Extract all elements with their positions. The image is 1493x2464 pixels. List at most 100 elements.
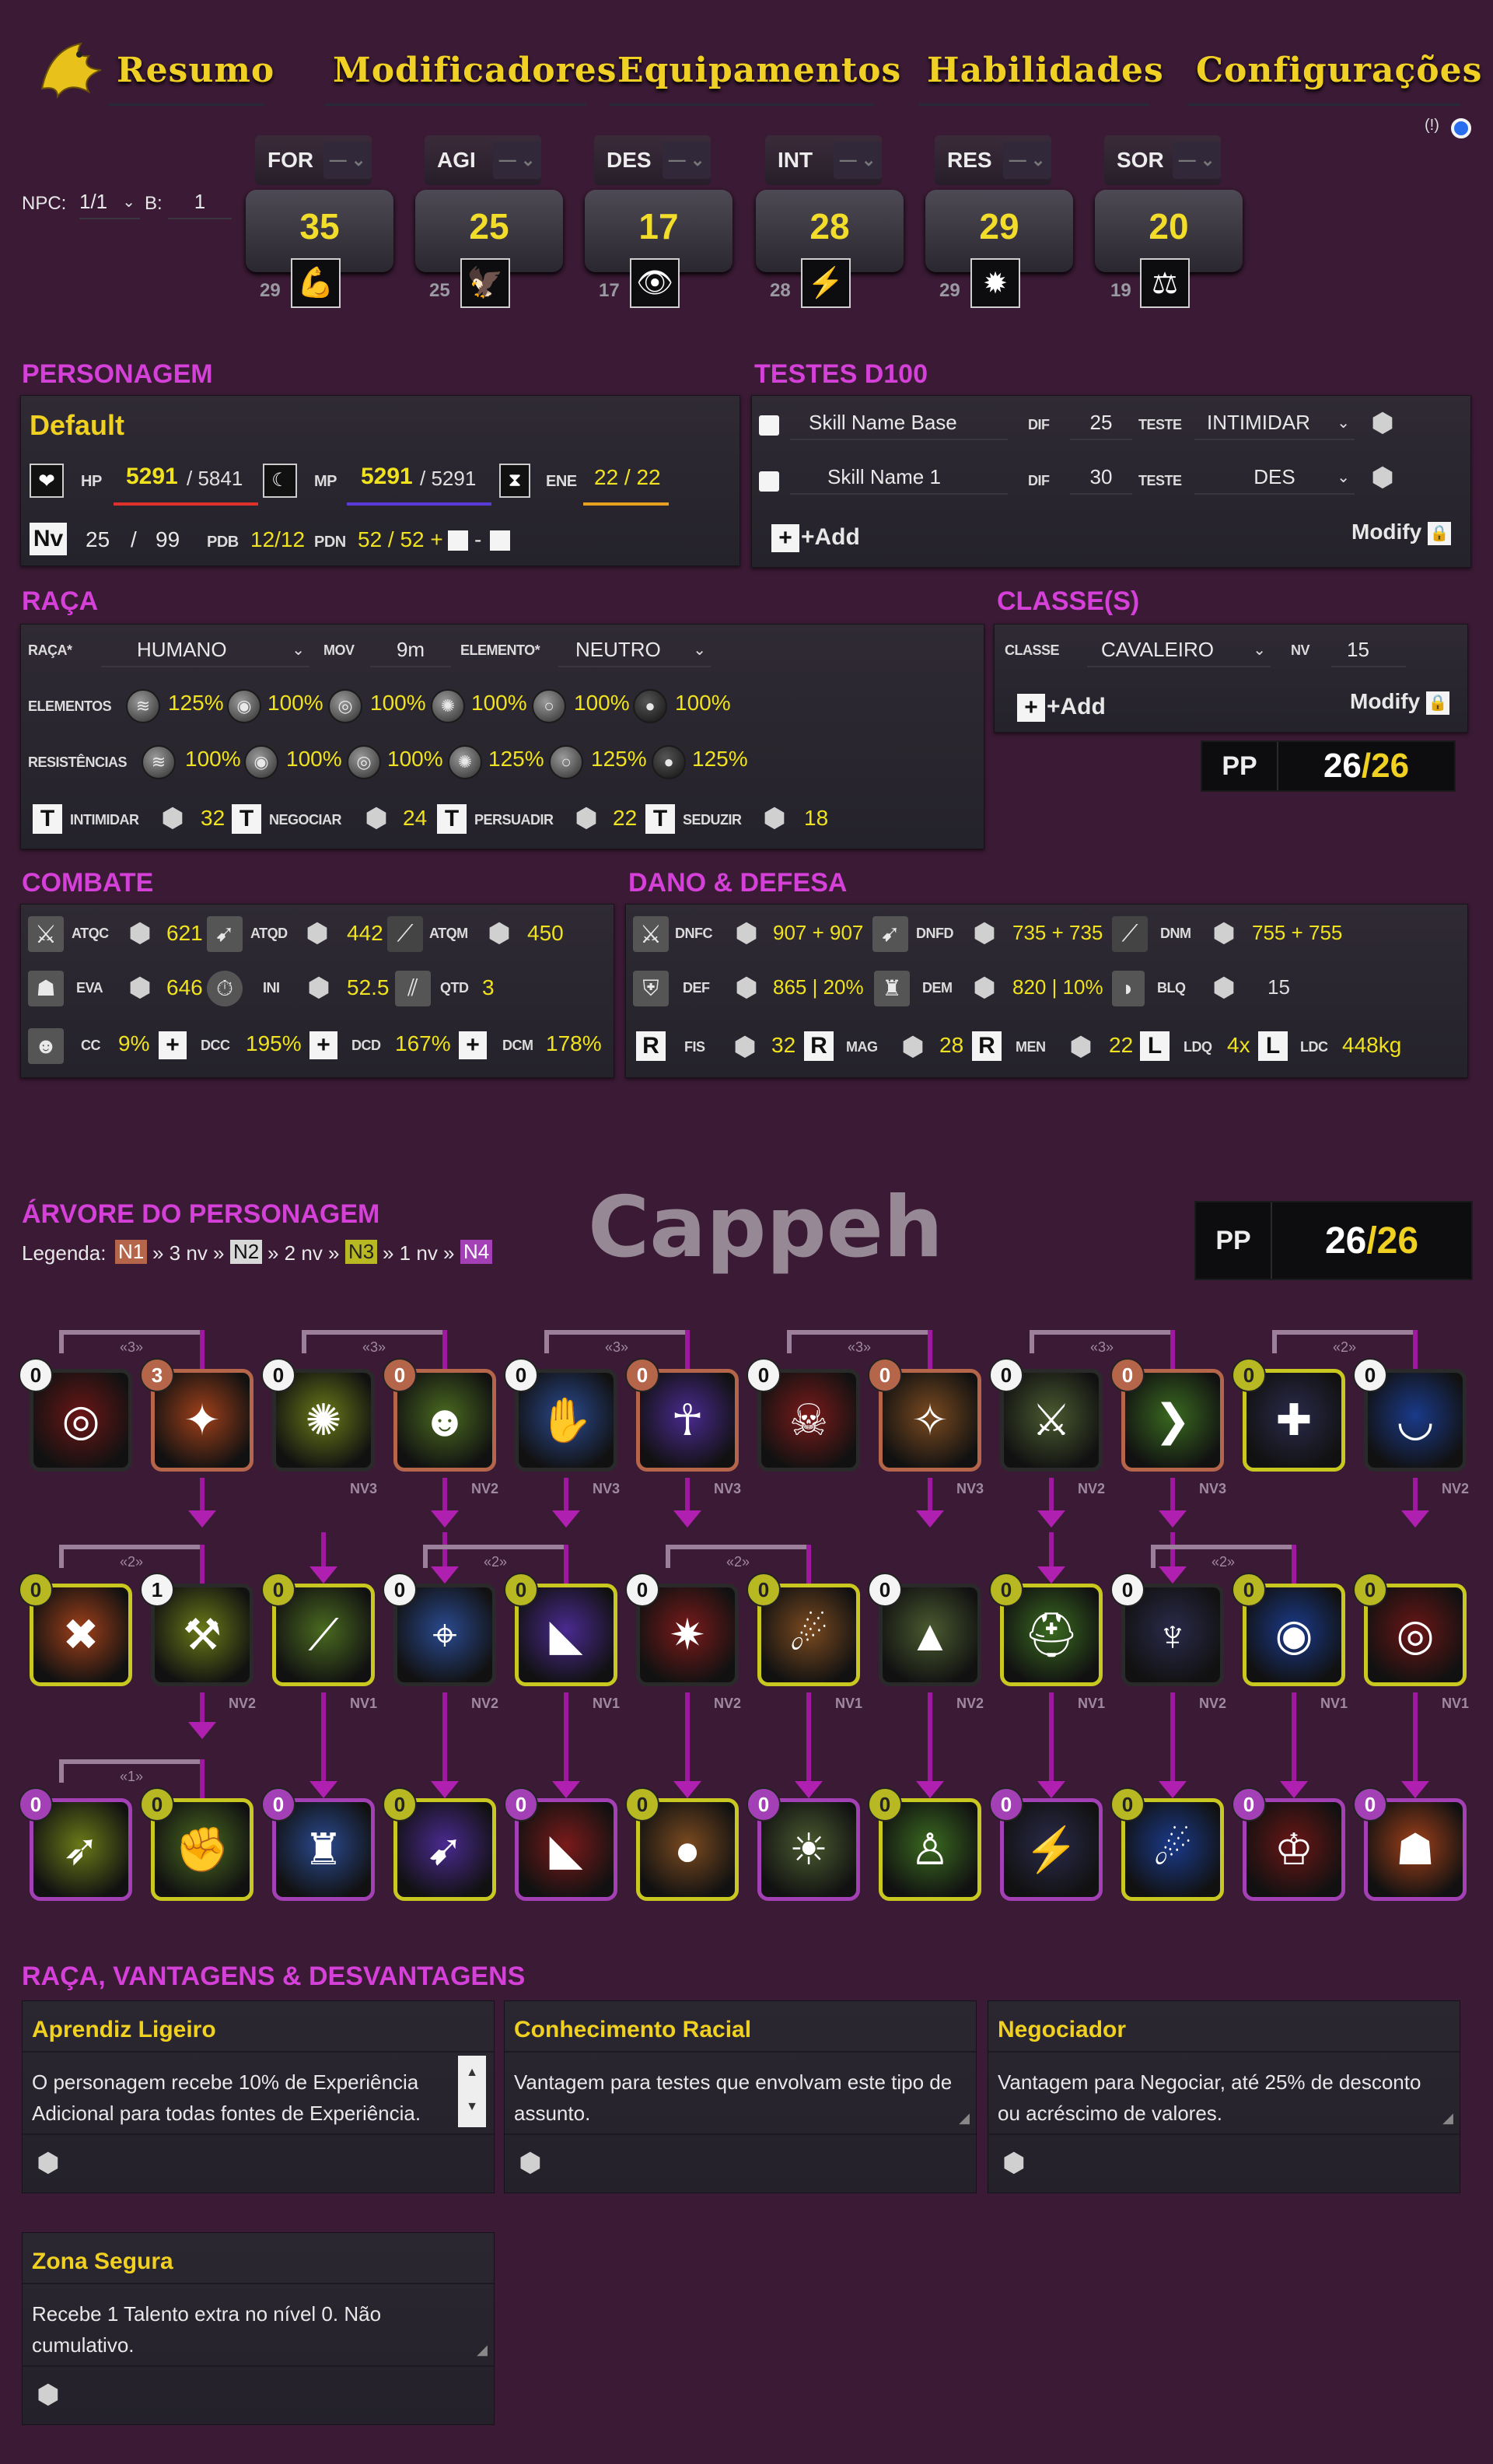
crosshair-icon[interactable]: ⌖ bbox=[393, 1584, 496, 1686]
dice-icon[interactable]: ⬢ bbox=[1367, 408, 1398, 439]
figure-icon[interactable]: ♙ bbox=[879, 1798, 981, 1901]
dice-icon[interactable]: ⬢ bbox=[969, 972, 1000, 1003]
b-input[interactable]: 1 bbox=[168, 185, 232, 219]
add-test-button[interactable]: +Add bbox=[801, 524, 860, 551]
dice-icon[interactable]: ⬢ bbox=[1208, 972, 1240, 1003]
target-body-icon[interactable]: ◎ bbox=[30, 1369, 132, 1472]
test-teste-select-2[interactable]: DES ⌄ bbox=[1194, 460, 1355, 495]
test-teste-select-1[interactable]: INTIMIDAR ⌄ bbox=[1194, 406, 1355, 440]
elemento-select[interactable]: NEUTRO ⌄ bbox=[558, 633, 711, 667]
resize-handle-icon[interactable]: ◢ bbox=[477, 2342, 488, 2358]
dice-icon[interactable]: ⬢ bbox=[571, 803, 602, 834]
resize-handle-icon[interactable]: ◢ bbox=[1442, 2110, 1453, 2126]
add-class-plus-icon[interactable]: + bbox=[1017, 694, 1045, 722]
slash-icon[interactable]: ✧ bbox=[879, 1369, 981, 1472]
dice-icon[interactable]: ⬢ bbox=[1208, 918, 1240, 949]
attr-agi-select[interactable]: — ⌄ bbox=[493, 142, 541, 179]
vortex-icon[interactable]: ✷ bbox=[636, 1584, 739, 1686]
pdn-minus-box[interactable] bbox=[490, 530, 510, 551]
sun-icon[interactable]: ☀ bbox=[757, 1798, 860, 1901]
attr-res-select[interactable]: — ⌄ bbox=[1003, 142, 1051, 179]
flex-icon[interactable]: ♆ bbox=[1121, 1584, 1224, 1686]
character-name[interactable]: Default bbox=[30, 409, 124, 442]
dice-icon[interactable]: ⬢ bbox=[302, 918, 333, 949]
spear-icon[interactable]: ➶ bbox=[30, 1798, 132, 1901]
holy-hand-icon[interactable]: ✋ bbox=[515, 1369, 617, 1472]
dice-icon[interactable]: ⬢ bbox=[731, 918, 762, 949]
radio-toggle[interactable] bbox=[1451, 118, 1471, 138]
test-dif-input-1[interactable]: 25 bbox=[1070, 406, 1132, 440]
test-name-1[interactable]: Skill Name Base bbox=[790, 406, 1008, 440]
raca-select[interactable]: HUMANO ⌄ bbox=[101, 633, 309, 667]
scroll-stepper[interactable]: ▲ ▼ bbox=[458, 2056, 486, 2127]
silhouette-icon[interactable]: ◉ bbox=[1243, 1584, 1345, 1686]
pdn-plus-box[interactable] bbox=[448, 530, 468, 551]
armor-icon[interactable]: ❯ bbox=[1121, 1369, 1224, 1472]
nv-value[interactable]: 25 bbox=[86, 527, 110, 552]
card-text[interactable]: O personagem recebe 10% de Experiência A… bbox=[32, 2067, 478, 2129]
horizon-icon[interactable]: ◡ bbox=[1364, 1369, 1467, 1472]
card-text[interactable]: Vantagem para testes que envolvam este t… bbox=[514, 2067, 960, 2129]
dice-icon[interactable]: ⬢ bbox=[1002, 2147, 1026, 2179]
dice-icon[interactable]: ⬢ bbox=[1367, 462, 1398, 493]
tab-modificadores[interactable]: Modificadores bbox=[325, 37, 617, 106]
flame-icon[interactable]: ☄ bbox=[757, 1584, 860, 1686]
tab-equipamentos[interactable]: Equipamentos bbox=[610, 37, 900, 106]
modify-class-button[interactable]: Modify 🔒 bbox=[1350, 689, 1450, 715]
dodge-icon[interactable]: ☄ bbox=[1121, 1798, 1224, 1901]
blade-icon[interactable]: ⟋ bbox=[272, 1584, 375, 1686]
attr-for-select[interactable]: — ⌄ bbox=[323, 142, 372, 179]
test-dif-input-2[interactable]: 30 bbox=[1070, 460, 1132, 495]
tab-resumo[interactable]: Resumo bbox=[109, 37, 274, 106]
dice-icon[interactable]: ⬢ bbox=[731, 972, 762, 1003]
dice-icon[interactable]: ⬢ bbox=[37, 2379, 60, 2410]
lightning-icon[interactable]: ⚡ bbox=[1000, 1798, 1103, 1901]
attr-int-select[interactable]: — ⌄ bbox=[834, 142, 882, 179]
warrior-icon[interactable]: ⚔ bbox=[1000, 1369, 1103, 1472]
nv-max[interactable]: 99 bbox=[156, 527, 180, 552]
add-class-button[interactable]: +Add bbox=[1047, 694, 1106, 720]
test-name-2[interactable]: Skill Name 1 bbox=[790, 460, 1008, 495]
classe-select[interactable]: CAVALEIRO ⌄ bbox=[1087, 633, 1271, 667]
dcd-plus-button[interactable]: + bbox=[459, 1031, 487, 1059]
dice-icon[interactable]: ⬢ bbox=[361, 803, 392, 834]
dice-icon[interactable]: ⬢ bbox=[1065, 1031, 1096, 1062]
npc-select[interactable]: 1/1 ⌄ bbox=[79, 185, 140, 219]
strike-icon[interactable]: ◣ bbox=[515, 1584, 617, 1686]
modify-tests-button[interactable]: Modify 🔒 bbox=[1351, 520, 1452, 545]
dcc-plus-button[interactable]: + bbox=[309, 1031, 337, 1059]
test-checkbox-2[interactable] bbox=[759, 471, 779, 492]
tab-habilidades[interactable]: Habilidades bbox=[919, 37, 1163, 106]
arcane-body-icon[interactable]: ☥ bbox=[636, 1369, 739, 1472]
card-text[interactable]: Vantagem para Negociar, até 25% de desco… bbox=[998, 2067, 1444, 2129]
shadow-icon[interactable]: ♜ bbox=[272, 1798, 375, 1901]
dice-icon[interactable]: ⬢ bbox=[484, 918, 515, 949]
tab-configuracoes[interactable]: Configurações bbox=[1188, 37, 1481, 106]
dice-icon[interactable]: ⬢ bbox=[519, 2147, 542, 2179]
test-checkbox-1[interactable] bbox=[759, 415, 779, 436]
ghost-icon[interactable]: ☗ bbox=[1364, 1798, 1467, 1901]
dice-icon[interactable]: ⬢ bbox=[969, 918, 1000, 949]
cross-swords-icon[interactable]: ✖ bbox=[30, 1584, 132, 1686]
card-text[interactable]: Recebe 1 Talento extra no nível 0. Não c… bbox=[32, 2298, 478, 2361]
classe-nv-input[interactable]: 15 bbox=[1331, 633, 1406, 667]
dice-icon[interactable]: ⬢ bbox=[729, 1031, 760, 1062]
dice-icon[interactable]: ⬢ bbox=[37, 2147, 60, 2179]
dice-icon[interactable]: ⬢ bbox=[157, 803, 188, 834]
dark-strike-icon[interactable]: ◣ bbox=[515, 1798, 617, 1901]
skeleton-icon[interactable]: ☠ bbox=[757, 1369, 860, 1472]
fire-body-icon[interactable]: ✦ bbox=[151, 1369, 253, 1472]
mov-input[interactable]: 9m bbox=[370, 633, 451, 667]
crown-icon[interactable]: ♔ bbox=[1243, 1798, 1345, 1901]
dice-icon[interactable]: ⬢ bbox=[124, 918, 156, 949]
aura-icon[interactable]: ☻ bbox=[393, 1369, 496, 1472]
cc-plus-button[interactable]: + bbox=[159, 1031, 187, 1059]
resize-handle-icon[interactable]: ◢ bbox=[959, 2110, 970, 2126]
beast-icon[interactable]: ▲ bbox=[879, 1584, 981, 1686]
dice-icon[interactable]: ⬢ bbox=[759, 803, 790, 834]
add-test-plus-icon[interactable]: + bbox=[771, 524, 799, 552]
fire-axe-icon[interactable]: ⚒ bbox=[151, 1584, 253, 1686]
orb-icon[interactable]: ● bbox=[636, 1798, 739, 1901]
fist-icon[interactable]: ✊ bbox=[151, 1798, 253, 1901]
eye-vision-icon[interactable]: ◎ bbox=[1364, 1584, 1467, 1686]
